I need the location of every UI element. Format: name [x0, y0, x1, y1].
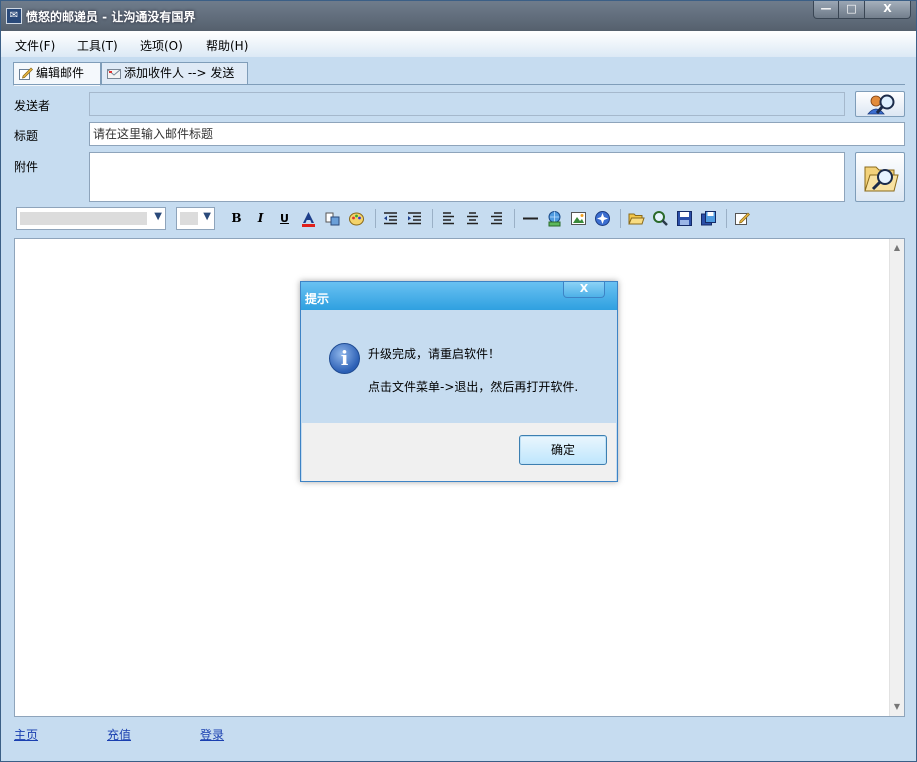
window-controls: — □ X: [813, 1, 911, 19]
browse-attachment-button[interactable]: [855, 152, 905, 202]
font-color-icon[interactable]: [300, 210, 317, 227]
save-icon[interactable]: [676, 210, 693, 227]
close-button[interactable]: X: [865, 1, 911, 19]
italic-button[interactable]: I: [252, 210, 269, 227]
dialog-body: i 升级完成，请重启软件！ 点击文件菜单->退出，然后再打开软件.: [302, 311, 616, 423]
subject-label: 标题: [14, 129, 39, 143]
tab-add-recipients-label: 添加收件人 --> 发送: [124, 66, 235, 80]
tab-edit-mail[interactable]: 编辑邮件: [13, 62, 101, 86]
dialog-footer: 确定: [302, 423, 616, 481]
contact-search-icon: [867, 94, 895, 115]
menu-help[interactable]: 帮助(H): [206, 37, 248, 54]
align-right-icon[interactable]: [488, 210, 505, 227]
source-edit-icon[interactable]: [734, 210, 751, 227]
dialog-close-button[interactable]: X: [563, 282, 605, 298]
attachment-label: 附件: [14, 160, 39, 174]
envelope-icon: [107, 69, 121, 79]
align-left-icon[interactable]: [440, 210, 457, 227]
toolbar-separator: [620, 209, 621, 228]
menu-file[interactable]: 文件(F): [15, 37, 55, 54]
open-folder-icon[interactable]: [628, 210, 645, 227]
subject-input[interactable]: 请在这里输入邮件标题: [89, 122, 905, 146]
scroll-up-icon[interactable]: ▲: [890, 241, 904, 255]
home-link[interactable]: 主页: [14, 726, 38, 743]
attachment-field[interactable]: [89, 152, 845, 202]
font-family-value: [20, 212, 147, 225]
dialog-message-1: 升级完成，请重启软件！: [368, 347, 501, 361]
toolbar-separator: [432, 209, 433, 228]
scroll-down-icon[interactable]: ▼: [890, 700, 904, 714]
editor-scrollbar[interactable]: ▲ ▼: [889, 239, 904, 716]
notice-dialog: 提示 X i 升级完成，请重启软件！ 点击文件菜单->退出，然后再打开软件. 确…: [300, 281, 618, 482]
insert-link-icon[interactable]: [546, 210, 563, 227]
menu-options[interactable]: 选项(O): [140, 37, 183, 54]
preview-icon[interactable]: [652, 210, 669, 227]
font-size-value: [180, 212, 198, 225]
title-bar[interactable]: ✉ 愤怒的邮递员 - 让沟通没有国界 — □ X: [1, 1, 916, 31]
toolbar-separator: [375, 209, 376, 228]
info-icon: i: [329, 343, 360, 374]
bold-button[interactable]: B: [228, 210, 245, 227]
dialog-title-bar[interactable]: 提示 X: [301, 282, 617, 310]
sender-label: 发送者: [14, 99, 51, 113]
edit-mail-icon: [19, 67, 33, 80]
window-title: 愤怒的邮递员 - 让沟通没有国界: [26, 10, 196, 24]
tab-edit-mail-label: 编辑邮件: [36, 66, 85, 80]
font-size-select[interactable]: ▼: [176, 207, 215, 230]
login-link[interactable]: 登录: [200, 726, 224, 743]
menu-bar: 文件(F) 工具(T) 选项(O) 帮助(H): [1, 31, 916, 57]
outdent-icon[interactable]: [382, 210, 399, 227]
insert-image-icon[interactable]: [570, 210, 587, 227]
insert-media-icon[interactable]: [594, 210, 611, 227]
highlight-color-icon[interactable]: [324, 210, 341, 227]
folder-search-icon: [864, 166, 899, 192]
horizontal-rule-icon[interactable]: [522, 210, 539, 227]
palette-icon[interactable]: [348, 210, 365, 227]
save-as-icon[interactable]: [700, 210, 717, 227]
main-window: ✉ 愤怒的邮递员 - 让沟通没有国界 — □ X 文件(F) 工具(T) 选项(…: [0, 0, 917, 762]
toolbar-separator: [726, 209, 727, 228]
tab-divider: [13, 84, 905, 85]
menu-tools[interactable]: 工具(T): [77, 37, 118, 54]
indent-icon[interactable]: [406, 210, 423, 227]
dialog-title: 提示: [305, 292, 330, 306]
tab-add-recipients[interactable]: 添加收件人 --> 发送: [101, 62, 248, 85]
minimize-button[interactable]: —: [813, 1, 839, 19]
format-toolbar: ▼ ▼ B I U: [14, 206, 905, 232]
ok-button[interactable]: 确定: [519, 435, 607, 465]
chevron-down-icon: ▼: [203, 211, 211, 222]
underline-button[interactable]: U: [276, 210, 293, 227]
maximize-button[interactable]: □: [839, 1, 865, 19]
dialog-message-2: 点击文件菜单->退出，然后再打开软件.: [368, 380, 579, 394]
app-icon: ✉: [6, 8, 22, 24]
chevron-down-icon: ▼: [154, 211, 162, 222]
select-sender-button[interactable]: [855, 91, 905, 117]
recharge-link[interactable]: 充值: [107, 726, 131, 743]
toolbar-separator: [514, 209, 515, 228]
align-center-icon[interactable]: [464, 210, 481, 227]
font-family-select[interactable]: ▼: [16, 207, 166, 230]
sender-field[interactable]: [89, 92, 845, 116]
